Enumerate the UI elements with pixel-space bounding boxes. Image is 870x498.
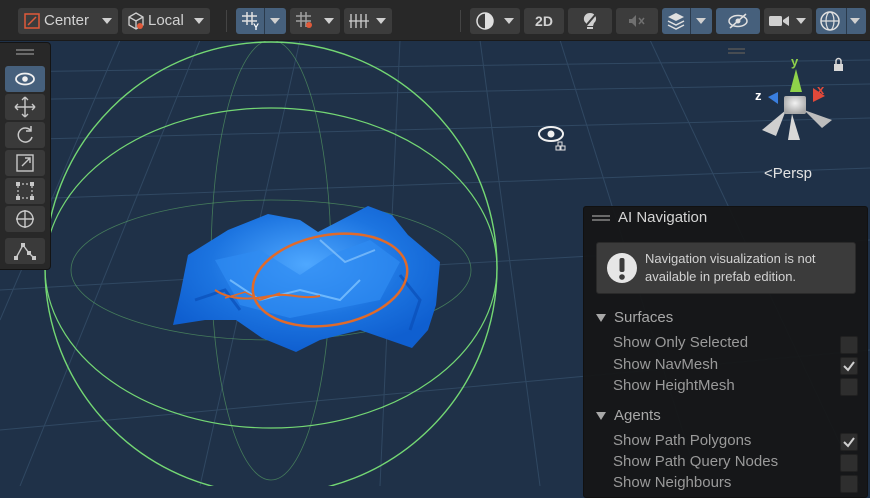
ai-navigation-header[interactable]: AI Navigation	[584, 207, 867, 233]
svg-text:Y: Y	[253, 22, 259, 31]
gizmo-globe-icon	[820, 11, 840, 31]
rect-transform-icon	[16, 182, 34, 200]
speaker-muted-icon	[629, 15, 645, 27]
axis-y-label: y	[791, 54, 799, 69]
option-label: Show Path Query Nodes	[613, 453, 779, 470]
show-path-query-nodes-checkbox[interactable]	[840, 454, 858, 472]
draw-mode-dropdown[interactable]	[470, 8, 520, 34]
rotate-icon	[17, 126, 33, 143]
view-tool-button[interactable]	[5, 66, 45, 92]
rect-tool-button[interactable]	[5, 178, 45, 204]
2d-label: 2D	[535, 13, 553, 29]
audio-toggle[interactable]	[616, 8, 658, 34]
move-tool-button[interactable]	[5, 94, 45, 120]
show-only-selected-checkbox[interactable]	[840, 336, 858, 354]
axis-x-label: x	[817, 82, 825, 97]
custom-editor-tool-button[interactable]	[5, 238, 45, 264]
chevron-down-icon	[696, 18, 706, 24]
chevron-down-icon	[596, 314, 606, 323]
option-label: Show HeightMesh	[613, 377, 735, 394]
transform-tool-button[interactable]	[5, 206, 45, 232]
pivot-mode-dropdown[interactable]: Center	[18, 8, 118, 34]
scale-icon	[16, 154, 34, 172]
surfaces-header: Surfaces	[614, 309, 674, 326]
gizmos-dropdown[interactable]	[816, 8, 866, 34]
shaded-sphere-icon	[476, 12, 494, 30]
grid-y-icon: Y	[242, 12, 259, 31]
snap-grid-icon	[296, 12, 312, 28]
warning-box: Navigation visualization is not availabl…	[596, 242, 856, 294]
chevron-down-icon	[504, 18, 514, 24]
chevron-down-icon	[324, 18, 334, 24]
tools-overlay	[0, 42, 51, 270]
chevron-down-icon	[376, 18, 386, 24]
ai-navigation-title: AI Navigation	[618, 209, 708, 226]
scene-camera-dropdown[interactable]	[764, 8, 812, 34]
show-heightmesh-checkbox[interactable]	[840, 378, 858, 396]
lightbulb-icon	[583, 13, 597, 29]
checkmark-icon	[843, 361, 855, 372]
option-label: Show Only Selected	[613, 334, 749, 351]
option-label: Show Path Polygons	[613, 432, 752, 449]
chevron-down-icon	[596, 412, 606, 421]
scene-visibility-toggle[interactable]	[716, 8, 760, 34]
chevron-down-icon	[102, 18, 112, 24]
rotate-tool-button[interactable]	[5, 122, 45, 148]
transform-icon	[16, 210, 34, 228]
show-path-polygons-checkbox[interactable]	[840, 433, 858, 451]
projection-toggle[interactable]: <Persp	[764, 165, 812, 182]
axis-z-label: z	[755, 88, 762, 103]
show-neighbours-checkbox[interactable]	[840, 475, 858, 493]
grid-snap-toggle[interactable]: Y	[236, 8, 286, 34]
pivot-rotation-label: Local	[148, 12, 184, 29]
pivot-center-icon	[24, 13, 40, 29]
camera-icon	[769, 16, 789, 26]
chevron-down-icon	[194, 18, 204, 24]
warning-icon	[607, 253, 637, 283]
increment-snap-toggle[interactable]	[290, 8, 340, 34]
agents-foldout[interactable]: Agents	[596, 407, 661, 424]
2d-toggle[interactable]: 2D	[524, 8, 564, 34]
chevron-left-icon: <	[764, 165, 773, 182]
eye-icon	[15, 72, 35, 86]
checkmark-icon	[843, 437, 855, 448]
scale-tool-button[interactable]	[5, 150, 45, 176]
pivot-mode-label: Center	[44, 12, 90, 29]
grid-visibility-toggle[interactable]	[344, 8, 392, 34]
move-arrows-icon	[14, 96, 36, 118]
chevron-down-icon	[270, 18, 280, 24]
eye-slash-icon	[728, 13, 748, 29]
pivot-rotation-dropdown[interactable]: Local	[122, 8, 210, 34]
projection-label: Persp	[772, 165, 812, 182]
ai-navigation-overlay: AI Navigation Navigation visualization i…	[583, 206, 868, 498]
option-label: Show Neighbours	[613, 474, 732, 491]
scene-toolbar: Center Local Y 2D	[0, 0, 870, 41]
surfaces-foldout[interactable]: Surfaces	[596, 309, 673, 326]
lighting-toggle[interactable]	[568, 8, 612, 34]
show-navmesh-checkbox[interactable]	[840, 357, 858, 375]
grid-lines-icon	[349, 14, 369, 28]
effects-dropdown[interactable]	[662, 8, 712, 34]
layers-icon	[667, 13, 685, 30]
option-label: Show NavMesh	[613, 356, 719, 373]
agents-header: Agents	[614, 407, 661, 424]
path-nodes-icon	[14, 243, 36, 260]
chevron-down-icon	[796, 18, 806, 24]
chevron-down-icon	[850, 18, 860, 24]
local-cube-icon	[128, 12, 144, 30]
warning-text: Navigation visualization is not availabl…	[645, 251, 816, 284]
